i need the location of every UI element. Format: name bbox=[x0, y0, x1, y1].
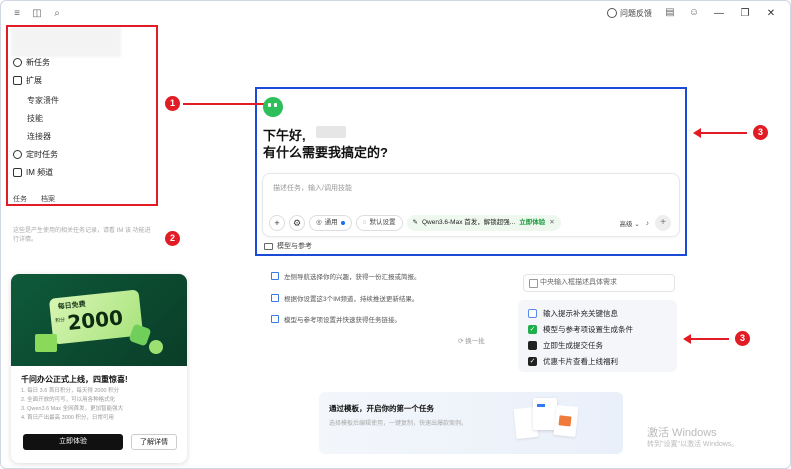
gift-icon bbox=[35, 334, 57, 352]
feedback-label: 问题反馈 bbox=[620, 8, 652, 18]
template-card[interactable]: 通过模板，开启你的第一个任务 选择模板后编辑使用，一键复制，快速出爆款案例。 bbox=[319, 392, 623, 454]
annotation-box-sidebar bbox=[6, 25, 158, 206]
template-tab[interactable]: 模型与参考 bbox=[264, 241, 312, 251]
checklist-label: 模型与参考项设置生成条件 bbox=[543, 325, 633, 334]
mode-selector[interactable]: ◎ 通用 bbox=[309, 215, 352, 231]
check-icon: ✓ bbox=[528, 357, 537, 366]
feedback-icon bbox=[607, 8, 617, 18]
checklist-label: 输入提示补充关键信息 bbox=[543, 309, 618, 318]
advanced-label: 高级 bbox=[619, 221, 633, 228]
title-bar-right: 问题反馈 ▤ ☺ — ❐ ✕ bbox=[607, 7, 778, 19]
checklist-item: 立即生成提交任务 bbox=[528, 340, 603, 351]
title-bar-left: ≡ ◫ ⌕ bbox=[11, 8, 63, 20]
annotation-badge-2: 2 bbox=[165, 231, 180, 246]
message-icon[interactable]: ▤ bbox=[664, 7, 676, 19]
sidebar-empty-note: 这些是产生使用的相关任务记录，请看 IM 该 功能进行详情。 bbox=[13, 228, 151, 243]
annotation-badge-3-top: 3 bbox=[753, 125, 768, 140]
promo-title: 千问办公正式上线，四重惊喜! bbox=[21, 375, 128, 384]
promo-list-item: 3. Qwen3.6 Max 全网首发，更加智能强大 bbox=[21, 406, 124, 412]
checklist-label: 立即生成提交任务 bbox=[543, 341, 603, 350]
minimize-button[interactable]: — bbox=[712, 8, 726, 19]
annotation-badge-3-bottom: 3 bbox=[735, 331, 750, 346]
windows-activation-hint: 转到"设置"以激活 Windows。 bbox=[647, 441, 739, 448]
maximize-button[interactable]: ❐ bbox=[738, 8, 752, 19]
advanced-dropdown[interactable]: 高级 ⌄ bbox=[619, 218, 639, 228]
send-button[interactable]: + bbox=[655, 215, 671, 231]
mode-label: 通用 bbox=[324, 219, 338, 226]
task-composer: 描述任务，输入/调用技能 + ⚙ ◎ 通用 ◌ 默认设置 ✎ Qwen3.6-M… bbox=[262, 173, 680, 237]
tip-text: 左侧导航选择你的兴趣，获得一份汇报或简报。 bbox=[284, 274, 421, 281]
promo-list-item: 4. 首日产出最高 3000 积分，日常可用 bbox=[21, 415, 114, 421]
refresh-button[interactable]: ⟳ 换一批 bbox=[458, 335, 485, 345]
template-card-subtitle: 选择模板后编辑使用，一键复制，快速出爆款案例。 bbox=[329, 421, 468, 427]
tip-item[interactable]: 根据你设置这3个IM频道，持续推送更新结果。 bbox=[271, 293, 418, 303]
default-settings-button[interactable]: ◌ 默认设置 bbox=[355, 215, 403, 231]
task-input[interactable]: 描述任务，输入/调用技能 bbox=[273, 183, 352, 193]
tip-item[interactable]: 左侧导航选择你的兴趣，获得一份汇报或简报。 bbox=[271, 271, 421, 281]
windows-activation-watermark: 激活 Windows bbox=[647, 427, 717, 439]
template-card-title: 通过模板，开启你的第一个任务 bbox=[329, 404, 434, 413]
checklist-item: ✓ 优惠卡片查看上线福利 bbox=[528, 356, 618, 367]
model-try-link[interactable]: 立即体验 bbox=[519, 215, 545, 231]
checklist-item: ✓ 模型与参考项设置生成条件 bbox=[528, 324, 633, 335]
doc-icon bbox=[528, 309, 537, 318]
settings-icon: ◌ bbox=[362, 219, 367, 226]
box-icon bbox=[528, 341, 537, 350]
doc-icon bbox=[271, 294, 279, 302]
app-window: ≡ ◫ ⌕ 问题反馈 ▤ ☺ — ❐ ✕ 新任务 扩展 专家溃件 技能 连接器 bbox=[0, 0, 791, 469]
promo-card: 每日免费 积分 2000 千问办公正式上线，四重惊喜! 1. 每日 3.6 首日… bbox=[11, 274, 187, 463]
add-attachment-button[interactable]: + bbox=[269, 215, 285, 231]
doc-icon bbox=[271, 315, 279, 323]
checklist-item: 输入提示补充关键信息 bbox=[528, 308, 618, 319]
ticket-number: 2000 bbox=[66, 305, 125, 335]
guide-prompt: 中央输入框描述具体需求 bbox=[523, 274, 675, 292]
coin-icon bbox=[149, 340, 163, 354]
promo-image: 每日免费 积分 2000 bbox=[11, 274, 187, 366]
title-bar: ≡ ◫ ⌕ 问题反馈 ▤ ☺ — ❐ ✕ bbox=[1, 1, 790, 27]
annotation-arrow-3-top bbox=[693, 128, 747, 138]
promo-list: 1. 每日 3.6 首日积分，每天得 2000 积分 2. 全面开放的可写，可以… bbox=[21, 387, 123, 423]
app-logo-icon bbox=[263, 97, 283, 117]
promo-try-button[interactable]: 立即体验 bbox=[23, 434, 123, 450]
globe-icon: ◎ bbox=[316, 219, 322, 226]
promo-list-item: 1. 每日 3.6 首日积分，每天得 2000 积分 bbox=[21, 388, 120, 394]
user-name-blurred bbox=[316, 126, 346, 138]
composer-toolbar: + ⚙ ◎ 通用 ◌ 默认设置 ✎ Qwen3.6-Max 首发，解锁超强...… bbox=[269, 215, 561, 231]
model-banner-text: Qwen3.6-Max 首发，解锁超强... bbox=[422, 219, 516, 226]
promo-details-button[interactable]: 了解详情 bbox=[131, 434, 177, 450]
tip-text: 模型与参考项设置并快速获得任务链接。 bbox=[284, 317, 401, 324]
checklist-label: 优惠卡片查看上线福利 bbox=[543, 357, 618, 366]
annotation-badge-1: 1 bbox=[165, 96, 180, 111]
document-thumbnail-icon bbox=[533, 398, 557, 430]
close-button[interactable]: ✕ bbox=[764, 8, 778, 19]
document-thumbnail-icon bbox=[553, 404, 579, 438]
feedback-button[interactable]: 问题反馈 bbox=[607, 8, 652, 19]
model-banner: ✎ Qwen3.6-Max 首发，解锁超强... 立即体验 ✕ bbox=[406, 215, 561, 231]
mode-indicator-dot bbox=[340, 221, 345, 225]
annotation-arrow-1 bbox=[183, 99, 277, 109]
default-settings-label: 默认设置 bbox=[369, 219, 396, 226]
menu-icon[interactable]: ≡ bbox=[11, 8, 23, 20]
window-icon[interactable]: ◫ bbox=[31, 8, 43, 20]
search-icon[interactable]: ⌕ bbox=[51, 8, 63, 20]
annotation-arrow-3-bottom bbox=[683, 334, 729, 344]
composer-right-tools: 高级 ⌄ ♪ + bbox=[619, 215, 671, 231]
doc-icon bbox=[271, 272, 279, 280]
close-icon[interactable]: ✕ bbox=[549, 215, 554, 231]
tip-item[interactable]: 模型与参考项设置并快速获得任务链接。 bbox=[271, 314, 401, 324]
refresh-label: 换一批 bbox=[465, 338, 485, 345]
model-icon: ✎ bbox=[412, 219, 418, 226]
page-title: 有什么需要我搞定的? bbox=[263, 145, 388, 160]
emoji-icon[interactable]: ☺ bbox=[688, 7, 700, 19]
check-icon: ✓ bbox=[528, 325, 537, 334]
microphone-icon[interactable]: ♪ bbox=[646, 220, 649, 227]
tip-text: 根据你设置这3个IM频道，持续推送更新结果。 bbox=[284, 296, 419, 303]
template-tab-label: 模型与参考 bbox=[277, 243, 312, 250]
folder-icon bbox=[264, 242, 273, 250]
guide-checklist: 输入提示补充关键信息 ✓ 模型与参考项设置生成条件 立即生成提交任务 ✓ 优惠卡… bbox=[518, 300, 677, 372]
ticket-unit: 积分 bbox=[54, 317, 66, 325]
promo-list-item: 2. 全面开放的可写，可以用各种格式化 bbox=[21, 397, 116, 403]
tool-icon[interactable]: ⚙ bbox=[289, 215, 305, 231]
